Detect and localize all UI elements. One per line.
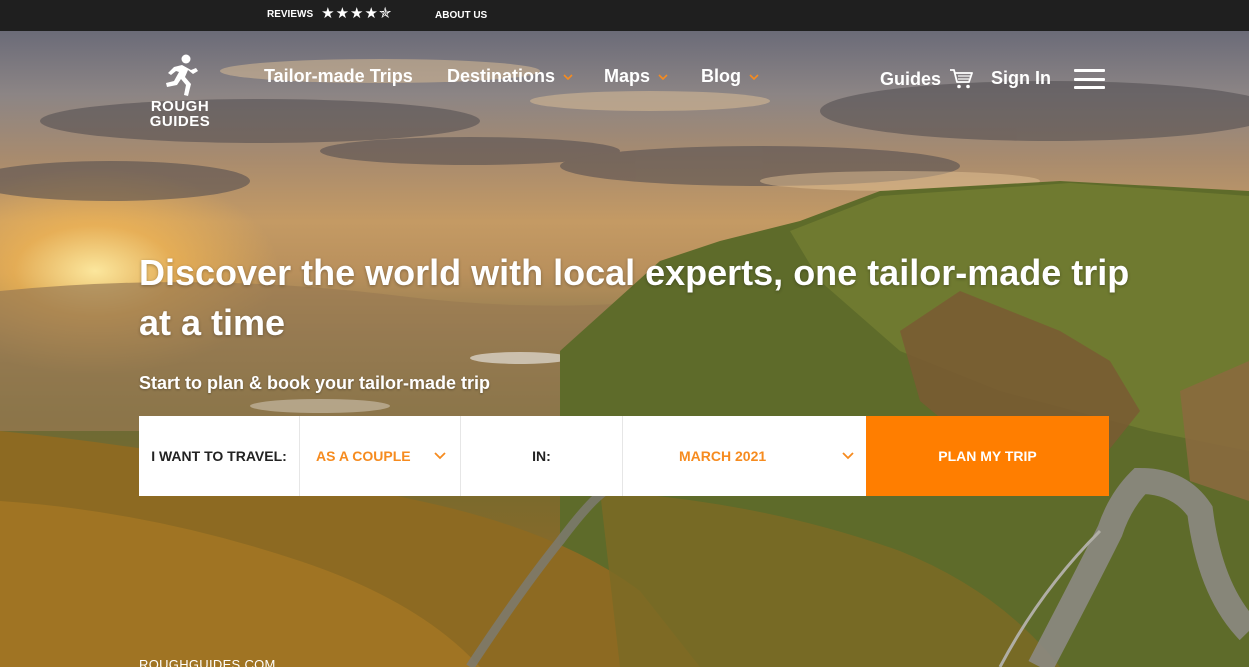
sign-in-label: Sign In: [991, 68, 1051, 88]
cart-icon: [950, 69, 973, 89]
travel-type-value: AS A COUPLE: [316, 448, 411, 464]
runner-logo-icon: [166, 54, 198, 96]
nav-item-label: Blog: [701, 66, 741, 86]
chevron-down-icon: [434, 452, 446, 460]
nav-item-tailor-made-trips[interactable]: Tailor-made Trips: [264, 66, 413, 87]
rating-stars-icon: ★★★★✯: [321, 5, 393, 22]
month-value: MARCH 2021: [679, 448, 767, 464]
logo-word-guides: GUIDES: [149, 113, 211, 130]
hamburger-menu-icon[interactable]: [1074, 69, 1105, 89]
logo-word-rough: ROUGH: [150, 98, 210, 115]
reviews-link[interactable]: REVIEWS ★★★★✯: [267, 5, 393, 22]
top-utility-bar: REVIEWS ★★★★✯ ABOUT US: [0, 0, 1249, 31]
trip-planner-bar: I WANT TO TRAVEL: AS A COUPLE IN: MARCH …: [139, 416, 1109, 496]
chevron-down-icon: [563, 73, 573, 80]
nav-item-blog[interactable]: Blog: [701, 66, 759, 87]
guides-label: Guides: [880, 68, 942, 89]
month-label: IN:: [461, 416, 623, 496]
chevron-down-icon: [842, 452, 854, 460]
hero-subheadline: Start to plan & book your tailor-made tr…: [139, 373, 491, 393]
reviews-label: REVIEWS: [267, 8, 314, 20]
rough-guides-logo[interactable]: ROUGH GUIDES: [148, 53, 212, 129]
chevron-down-icon: [749, 73, 759, 80]
nav-item-destinations[interactable]: Destinations: [447, 66, 573, 87]
nav-item-label: Destinations: [447, 66, 556, 86]
travel-type-select[interactable]: AS A COUPLE: [300, 416, 461, 496]
guides-cart-link[interactable]: Guides: [880, 68, 973, 90]
hero-headline: Discover the world with local experts, o…: [139, 252, 1130, 343]
sign-in-link[interactable]: Sign In: [991, 68, 1051, 89]
about-us-link[interactable]: ABOUT US: [435, 10, 487, 21]
nav-item-label: Maps: [604, 66, 651, 86]
nav-item-label: Tailor-made Trips: [264, 66, 413, 86]
month-select[interactable]: MARCH 2021: [623, 416, 866, 496]
nav-item-maps[interactable]: Maps: [604, 66, 668, 87]
travel-type-label: I WANT TO TRAVEL:: [139, 416, 300, 496]
chevron-down-icon: [658, 73, 668, 80]
site-url-text: ROUGHGUIDES.COM: [139, 657, 276, 667]
plan-my-trip-button[interactable]: PLAN MY TRIP: [866, 416, 1109, 496]
